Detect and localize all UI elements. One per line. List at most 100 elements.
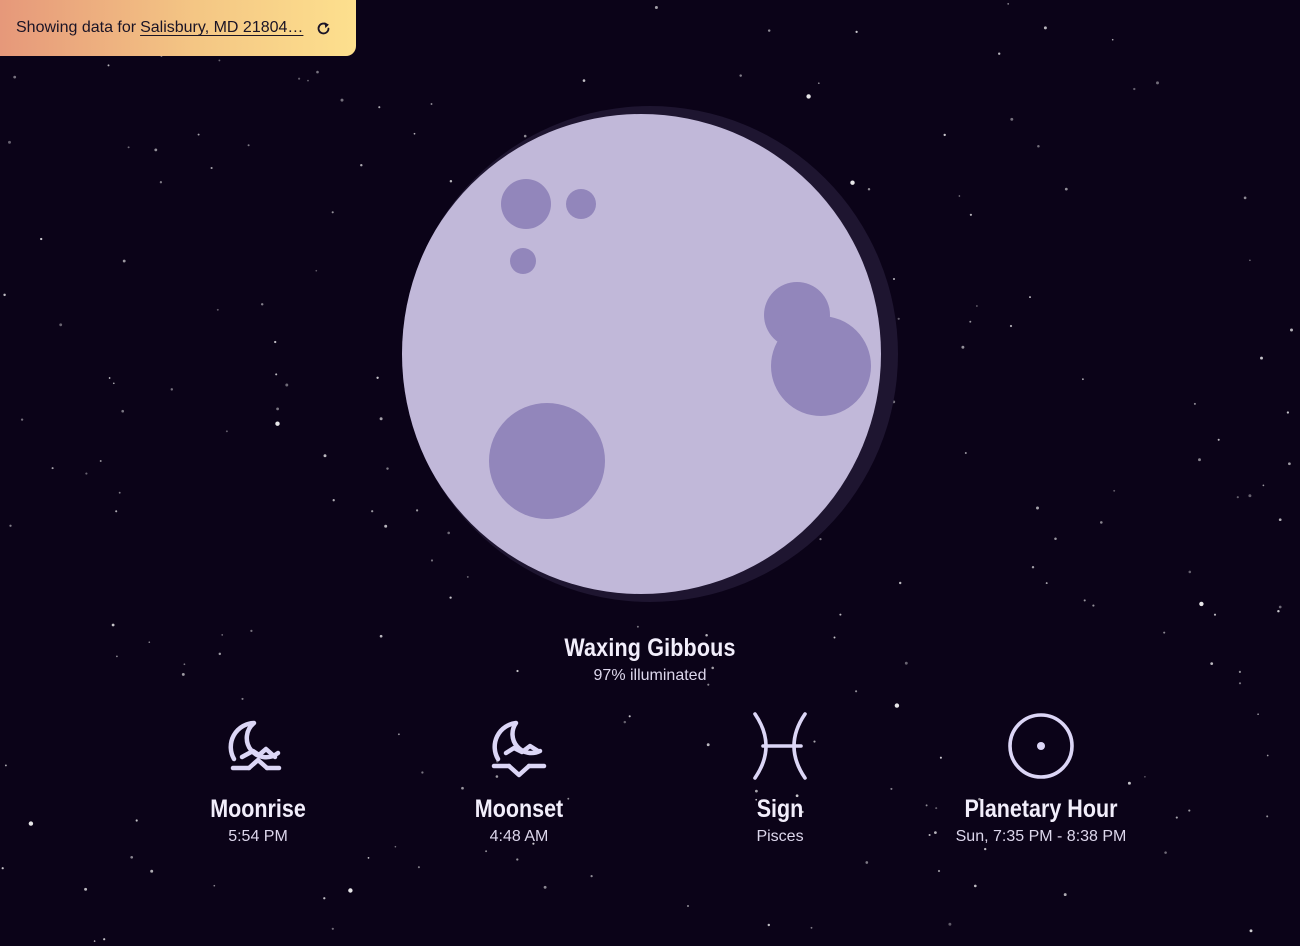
star bbox=[984, 847, 987, 851]
star bbox=[485, 850, 488, 853]
star bbox=[1156, 81, 1159, 85]
star bbox=[247, 144, 250, 147]
star bbox=[865, 861, 869, 864]
star bbox=[1238, 670, 1241, 674]
sun-icon bbox=[1008, 713, 1074, 779]
star bbox=[1113, 489, 1116, 492]
star bbox=[360, 163, 363, 167]
star bbox=[51, 467, 54, 470]
star bbox=[1248, 494, 1252, 498]
star bbox=[221, 634, 224, 636]
star bbox=[654, 6, 658, 9]
star bbox=[1092, 604, 1095, 607]
star bbox=[323, 897, 326, 900]
stat-moonrise: Moonrise 5:54 PM bbox=[128, 711, 388, 846]
star bbox=[218, 59, 221, 62]
moon-illumination: 97% illuminated bbox=[593, 667, 707, 684]
star bbox=[379, 417, 383, 421]
star bbox=[1045, 582, 1048, 585]
moonrise-icon bbox=[228, 720, 282, 771]
stat-planetary-hour: Planetary Hour Sun, 7:35 PM - 8:38 PM bbox=[911, 711, 1171, 846]
star bbox=[1007, 3, 1010, 5]
star bbox=[855, 690, 858, 693]
star bbox=[154, 148, 158, 152]
star bbox=[213, 884, 216, 887]
star bbox=[1260, 356, 1263, 360]
star bbox=[371, 510, 374, 513]
star bbox=[9, 524, 12, 527]
moonrise-title: Moonrise bbox=[210, 795, 306, 823]
star bbox=[3, 293, 6, 297]
star bbox=[285, 383, 289, 387]
star bbox=[1111, 38, 1114, 41]
star bbox=[1031, 565, 1035, 569]
star bbox=[1188, 570, 1192, 574]
star bbox=[85, 472, 88, 475]
star bbox=[150, 869, 154, 873]
star bbox=[332, 499, 335, 502]
star bbox=[1054, 537, 1057, 541]
star bbox=[806, 94, 811, 99]
star bbox=[127, 146, 130, 149]
star bbox=[115, 510, 118, 513]
star bbox=[197, 133, 200, 136]
refresh-button[interactable] bbox=[314, 19, 332, 37]
star bbox=[348, 888, 353, 893]
star bbox=[686, 904, 690, 908]
moon-graphic bbox=[402, 106, 898, 602]
star bbox=[1063, 893, 1067, 897]
star bbox=[1037, 144, 1040, 148]
star bbox=[331, 211, 334, 214]
star bbox=[964, 452, 967, 454]
star bbox=[943, 133, 946, 137]
star bbox=[340, 98, 344, 102]
star bbox=[218, 652, 222, 656]
star bbox=[130, 855, 134, 859]
star bbox=[1278, 605, 1282, 609]
star bbox=[839, 613, 842, 616]
star bbox=[1278, 518, 1282, 522]
star bbox=[1099, 521, 1103, 524]
moonset-icon bbox=[491, 720, 547, 778]
star bbox=[1010, 117, 1014, 121]
star bbox=[260, 303, 264, 306]
star bbox=[1266, 815, 1269, 818]
star bbox=[107, 64, 110, 67]
moon-crater bbox=[566, 189, 596, 219]
star bbox=[739, 74, 742, 77]
star bbox=[323, 454, 327, 458]
star bbox=[590, 875, 593, 878]
star bbox=[276, 407, 279, 411]
star bbox=[210, 166, 213, 170]
location-link[interactable]: Salisbury, MD 21804… bbox=[140, 19, 303, 37]
star bbox=[767, 29, 771, 32]
star bbox=[767, 923, 771, 927]
star bbox=[315, 269, 318, 272]
star bbox=[976, 305, 978, 307]
star bbox=[969, 320, 972, 323]
star bbox=[855, 30, 858, 34]
star bbox=[159, 181, 163, 184]
moonset-time: 4:48 AM bbox=[489, 828, 549, 845]
star bbox=[417, 866, 420, 869]
star bbox=[331, 927, 334, 930]
star bbox=[958, 195, 961, 197]
star bbox=[307, 79, 309, 82]
star bbox=[99, 460, 102, 462]
star bbox=[118, 491, 121, 494]
moon-phase-info: Waxing Gibbous 97% illuminated bbox=[450, 634, 850, 685]
moon-crater bbox=[489, 403, 605, 519]
sign-title: Sign bbox=[756, 795, 804, 823]
star bbox=[1163, 631, 1166, 634]
moon-crater bbox=[510, 248, 536, 274]
star bbox=[170, 388, 174, 391]
star bbox=[1164, 851, 1167, 854]
star bbox=[1188, 809, 1191, 812]
location-banner: Showing data for Salisbury, MD 21804… bbox=[0, 0, 356, 56]
star bbox=[8, 140, 11, 144]
star bbox=[1193, 402, 1196, 405]
star bbox=[948, 922, 952, 926]
planetary-hour-title: Planetary Hour bbox=[964, 795, 1118, 823]
star bbox=[969, 213, 973, 216]
star bbox=[183, 663, 186, 666]
